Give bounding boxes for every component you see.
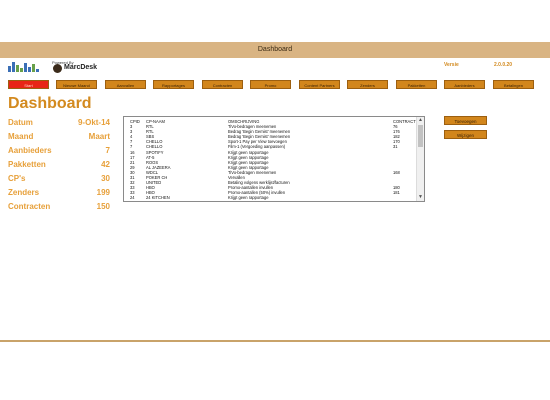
- stat-row: Maand Maart: [8, 132, 110, 146]
- stat-row: Datum 9-Okt-14: [8, 118, 110, 132]
- app-header: Powered By MarcDesk Versie 2.0.0.20: [0, 58, 550, 74]
- nav-packages-button[interactable]: Pakketten: [396, 80, 437, 89]
- list-content: CPID CP-NAAM OMSCHRIJVING CONTRACT 3 RTL T…: [128, 119, 416, 201]
- app-window: Dashboard Powered By MarcDesk Versie 2.0…: [0, 42, 550, 342]
- version-value: 2.0.0.20: [494, 62, 513, 68]
- nav-providers-button[interactable]: Aanbieders: [444, 80, 485, 89]
- nav-promo-button[interactable]: Promo: [250, 80, 291, 89]
- nav-claims-button[interactable]: Aanvallen: [105, 80, 146, 89]
- row-cpid: 24: [130, 195, 135, 201]
- stat-row: CP's 30: [8, 174, 110, 188]
- stat-value: 150: [96, 202, 110, 211]
- stat-label: Pakketten: [8, 160, 46, 169]
- stat-row: Aanbieders 7: [8, 146, 110, 160]
- logo-icon: [8, 60, 46, 72]
- nav-payments-button[interactable]: Betalingen: [493, 80, 534, 89]
- content-partner-list[interactable]: CPID CP-NAAM OMSCHRIJVING CONTRACT 3 RTL T…: [123, 116, 425, 202]
- nav-content-partners-button[interactable]: Content Partners: [299, 80, 340, 89]
- nav-start-button[interactable]: Start: [8, 80, 49, 89]
- brand-name: MarcDesk: [64, 64, 98, 71]
- stat-label: Maand: [8, 132, 34, 141]
- brand-logo-icon: [53, 64, 62, 73]
- stat-row: Zenders 199: [8, 188, 110, 202]
- stat-label: CP's: [8, 174, 26, 183]
- nav-contracts-button[interactable]: Contracten: [202, 80, 243, 89]
- stat-value: Maart: [88, 132, 110, 141]
- stat-value: 199: [96, 188, 110, 197]
- nav-reports-button[interactable]: Rapportages: [153, 80, 194, 89]
- page-title: Dashboard: [8, 95, 92, 112]
- scroll-down-icon[interactable]: ▼: [417, 194, 424, 201]
- stat-value: 42: [101, 160, 110, 169]
- version-label: Versie: [444, 62, 459, 68]
- add-button[interactable]: Toevoegen: [444, 116, 487, 125]
- stat-label: Contracten: [8, 202, 51, 211]
- nav-new-month-button[interactable]: Nieuwe Maand: [56, 80, 97, 89]
- stat-value: 30: [101, 174, 110, 183]
- stat-label: Aanbieders: [8, 146, 52, 155]
- stat-row: Pakketten 42: [8, 160, 110, 174]
- main-navigation: Start Nieuwe Maand Aanvallen Rapportages…: [8, 80, 542, 90]
- stat-value: 9-Okt-14: [77, 118, 110, 127]
- stat-label: Datum: [8, 118, 33, 127]
- row-description: Krijgt geen rapportage: [228, 195, 269, 201]
- scroll-thumb[interactable]: [418, 125, 423, 147]
- scroll-up-icon[interactable]: ▲: [417, 117, 424, 124]
- stats-panel: Datum 9-Okt-14 Maand Maart Aanbieders 7 Pak…: [8, 118, 110, 216]
- list-item[interactable]: 24 24 KITCHEN Krijgt geen rapportage: [128, 195, 414, 200]
- window-title: Dashboard: [0, 42, 550, 58]
- stat-row: Contracten 150: [8, 202, 110, 216]
- stat-label: Zenders: [8, 188, 40, 197]
- stat-value: 7: [105, 146, 110, 155]
- nav-channels-button[interactable]: Zenders: [347, 80, 388, 89]
- list-scrollbar[interactable]: ▲ ▼: [416, 117, 424, 201]
- edit-button[interactable]: Wijzigen: [444, 130, 487, 139]
- row-cp-name: 24 KITCHEN: [146, 195, 170, 201]
